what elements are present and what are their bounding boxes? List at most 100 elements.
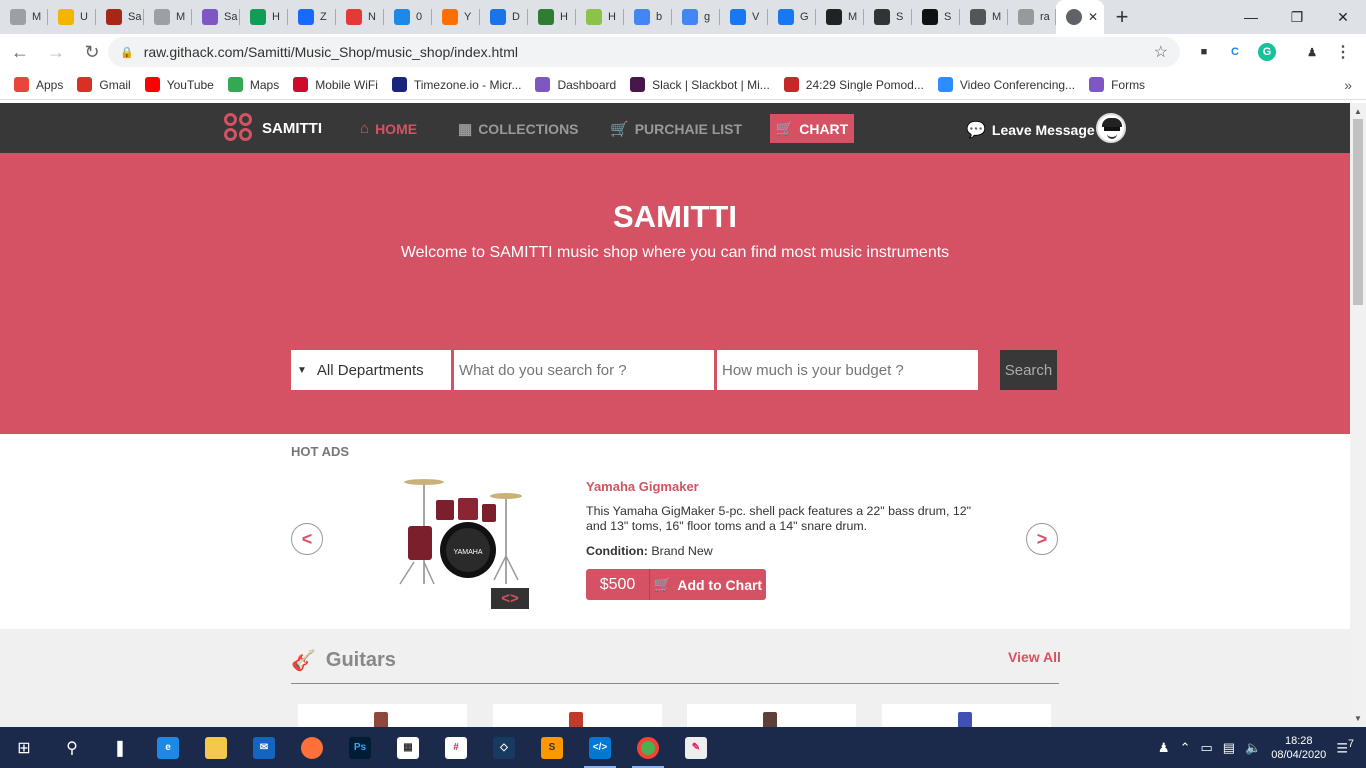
bookmark-item[interactable]: Mobile WiFi	[293, 77, 378, 92]
browser-tab[interactable]: ra	[1008, 0, 1056, 34]
browser-tab[interactable]: H	[576, 0, 624, 34]
bookmark-item[interactable]: Video Conferencing...	[937, 77, 1075, 92]
virtualbox-taskbar-icon[interactable]: ◇	[480, 727, 528, 768]
guitar-card[interactable]	[882, 704, 1051, 727]
department-select[interactable]: ▼ All Departments	[291, 350, 451, 390]
extension-person-icon[interactable]: ♟	[1303, 43, 1321, 61]
leave-message-link[interactable]: 💬 Leave Message	[966, 120, 1095, 140]
volume-icon[interactable]: 🔈	[1245, 740, 1261, 756]
browser-tab[interactable]: b	[624, 0, 672, 34]
add-to-chart-button[interactable]: 🛒 Add to Chart	[650, 569, 766, 600]
nav-purchase-list[interactable]: 🛒 PURCHAIE LIST	[610, 120, 742, 138]
bookmark-item[interactable]: Dashboard	[535, 77, 616, 92]
battery-icon[interactable]: ▭	[1200, 740, 1212, 756]
browser-tab[interactable]: H	[528, 0, 576, 34]
carousel-prev-button[interactable]: <	[291, 523, 323, 555]
bookmark-item[interactable]: Forms	[1089, 77, 1145, 92]
edge-taskbar-icon[interactable]: e	[144, 727, 192, 768]
bookmark-item[interactable]: Apps	[14, 77, 63, 92]
close-tab-icon[interactable]: ✕	[1088, 10, 1098, 24]
browser-tab[interactable]: H	[240, 0, 288, 34]
mail-taskbar-icon[interactable]: ✉	[240, 727, 288, 768]
browser-tab[interactable]: S	[912, 0, 960, 34]
browser-tab[interactable]: Y	[432, 0, 480, 34]
browser-tab[interactable]: N	[336, 0, 384, 34]
bookmarks-overflow-icon[interactable]: »	[1344, 77, 1352, 93]
slack-taskbar-icon[interactable]: #	[432, 727, 480, 768]
bookmark-item[interactable]: 24:29 Single Pomod...	[783, 77, 924, 92]
browser-tab[interactable]: M	[0, 0, 48, 34]
tab-favicon-icon	[922, 9, 938, 25]
reload-button[interactable]: ↻	[76, 36, 108, 68]
search-query-input[interactable]	[454, 350, 714, 390]
browser-tab[interactable]: V	[720, 0, 768, 34]
clock[interactable]: 18:28 08/04/2020	[1271, 734, 1326, 762]
guitar-card[interactable]	[687, 704, 856, 727]
browser-tab[interactable]: g	[672, 0, 720, 34]
carousel-next-button[interactable]: >	[1026, 523, 1058, 555]
chrome-taskbar-icon[interactable]	[624, 727, 672, 768]
grammarly-icon[interactable]: G	[1258, 43, 1276, 61]
search-button[interactable]: Search	[1000, 350, 1057, 390]
caret-down-icon: ▼	[297, 364, 307, 376]
browser-tab[interactable]: U	[48, 0, 96, 34]
search-taskbar-button[interactable]: ⚲	[48, 727, 96, 768]
new-tab-button[interactable]: +	[1104, 0, 1140, 34]
scroll-up-icon[interactable]: ▲	[1354, 107, 1362, 116]
menu-kebab-icon[interactable]: ⋮	[1334, 43, 1352, 61]
budget-input[interactable]	[717, 350, 978, 390]
browser-tab[interactable]: M	[816, 0, 864, 34]
page-scrollbar[interactable]: ▲ ▼	[1350, 103, 1366, 727]
close-window-icon[interactable]: ✕	[1320, 0, 1366, 34]
store-taskbar-icon[interactable]: ▦	[384, 727, 432, 768]
bookmark-item[interactable]: YouTube	[144, 77, 214, 92]
swap-badge[interactable]: <>	[491, 588, 529, 609]
back-button[interactable]: ←	[4, 36, 36, 68]
photoshop-taskbar-icon[interactable]: Ps	[336, 727, 384, 768]
browser-tab[interactable]: Z	[288, 0, 336, 34]
avatar[interactable]	[1096, 113, 1126, 143]
task-view-button[interactable]: ❚	[96, 727, 144, 768]
sublime-taskbar-icon[interactable]: S	[528, 727, 576, 768]
nav-home[interactable]: ⌂ HOME	[360, 120, 417, 137]
people-icon[interactable]: ♟	[1158, 740, 1170, 756]
grid-icon: ▦	[458, 121, 473, 138]
view-all-link[interactable]: View All	[1008, 649, 1061, 665]
browser-tab[interactable]: M	[960, 0, 1008, 34]
firefox-taskbar-icon[interactable]	[288, 727, 336, 768]
nav-collections[interactable]: ▦ COLLECTIONS	[458, 120, 579, 138]
start-button[interactable]: ⊞	[0, 727, 48, 768]
product-title[interactable]: Yamaha Gigmaker	[586, 479, 699, 494]
paint-taskbar-icon[interactable]: ✎	[672, 727, 720, 768]
scroll-down-icon[interactable]: ▼	[1354, 714, 1362, 723]
chart-button[interactable]: 🛒 CHART	[770, 114, 854, 143]
browser-tab[interactable]: D	[480, 0, 528, 34]
bookmark-item[interactable]: Slack | Slackbot | Mi...	[630, 77, 770, 92]
bookmark-item[interactable]: Maps	[227, 77, 279, 92]
extension-cube-icon[interactable]: ■	[1195, 43, 1213, 61]
active-browser-tab[interactable]: ✕	[1056, 0, 1104, 34]
vscode-taskbar-icon[interactable]: </>	[576, 727, 624, 768]
browser-tab[interactable]: Sa	[192, 0, 240, 34]
address-bar[interactable]: 🔒 raw.githack.com/Samitti/Music_Shop/mus…	[108, 37, 1180, 67]
browser-tab[interactable]: Sa	[96, 0, 144, 34]
bookmark-item[interactable]: Gmail	[77, 77, 131, 92]
guitar-card[interactable]	[493, 704, 662, 727]
minimize-icon[interactable]: —	[1228, 0, 1274, 34]
guitar-card[interactable]	[298, 704, 467, 727]
browser-tab[interactable]: 0	[384, 0, 432, 34]
bookmark-item[interactable]: Timezone.io - Micr...	[391, 77, 521, 92]
site-logo[interactable]: SAMITTI	[224, 113, 322, 143]
file-explorer-taskbar-icon[interactable]	[192, 727, 240, 768]
restore-icon[interactable]: ❐	[1274, 0, 1320, 34]
forward-button[interactable]: →	[40, 36, 72, 68]
notification-center-icon[interactable]: ☰7	[1336, 738, 1354, 756]
bookmark-star-icon[interactable]: ☆	[1154, 42, 1168, 62]
browser-tab[interactable]: M	[144, 0, 192, 34]
browser-tab[interactable]: S	[864, 0, 912, 34]
tray-chevron-icon[interactable]: ⌃	[1180, 740, 1191, 756]
scrollbar-thumb[interactable]	[1353, 119, 1363, 305]
network-icon[interactable]: ▤	[1223, 740, 1235, 756]
extension-c-icon[interactable]: C	[1226, 43, 1244, 61]
browser-tab[interactable]: G	[768, 0, 816, 34]
